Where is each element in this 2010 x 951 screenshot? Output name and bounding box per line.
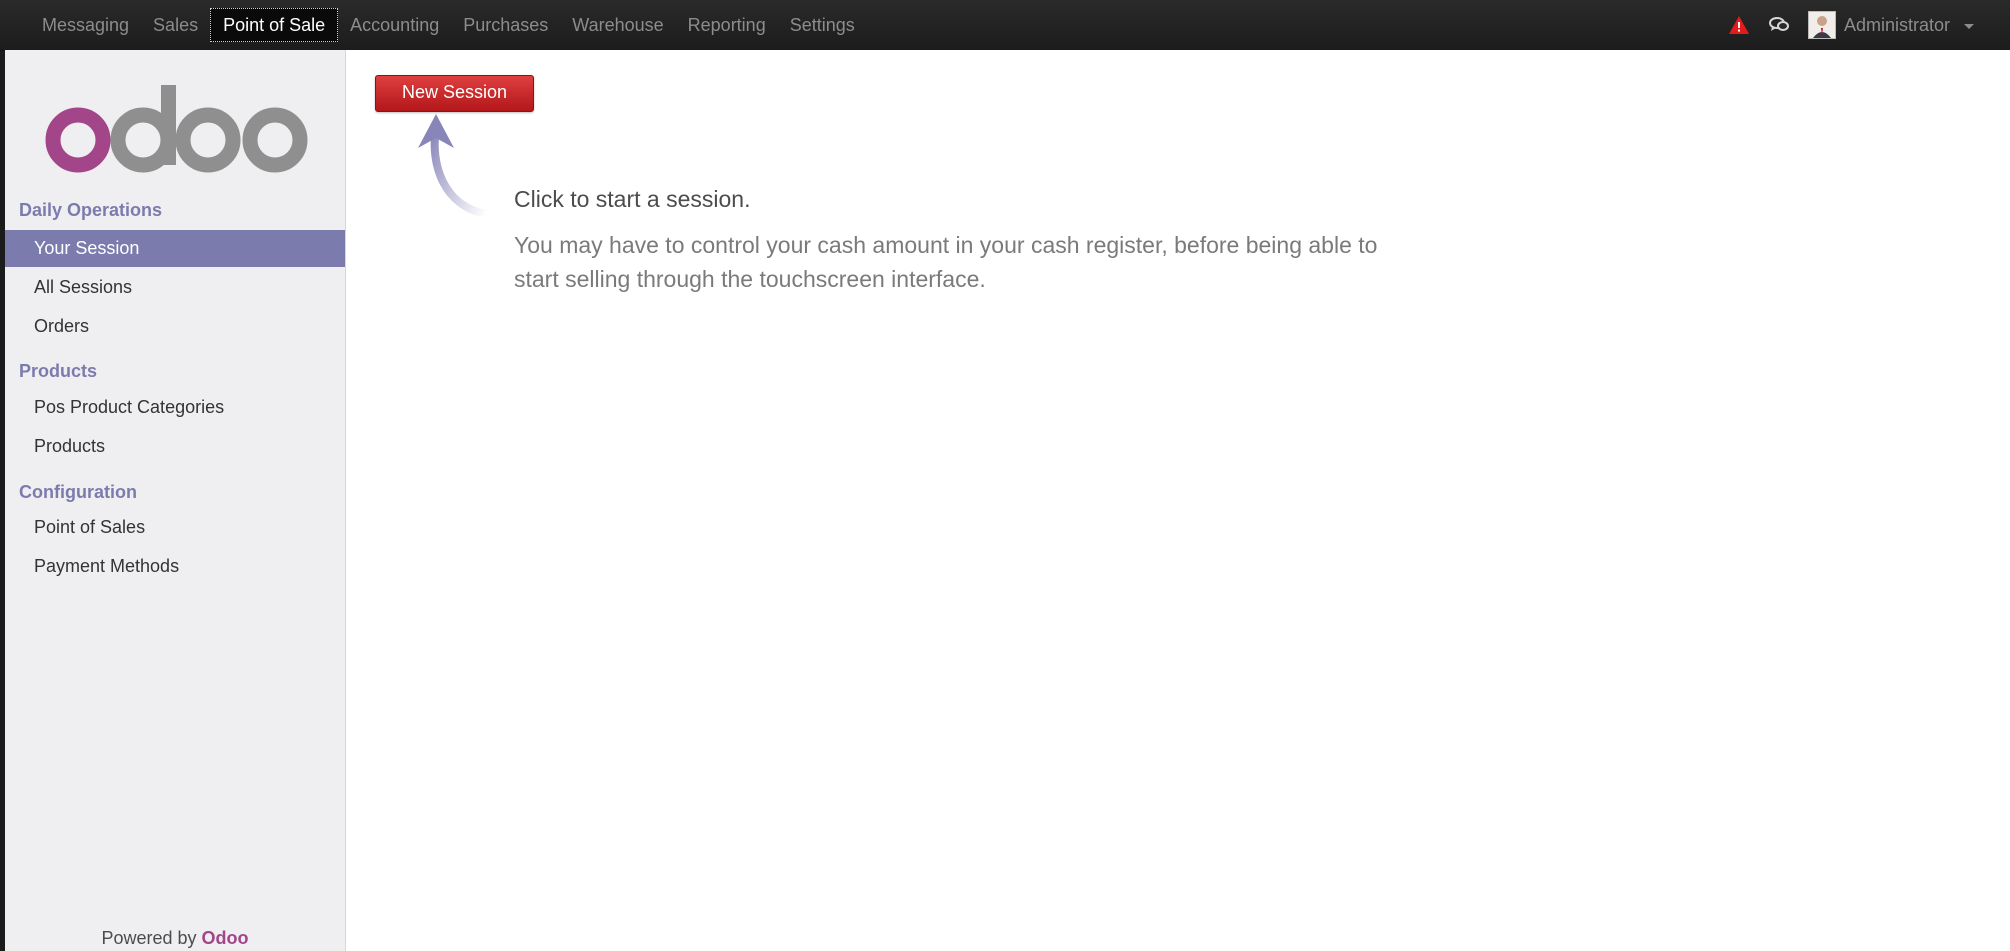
top-navbar: Messaging Sales Point of Sale Accounting… (0, 0, 2010, 51)
new-session-button[interactable]: New Session (375, 75, 534, 112)
powered-by-footer: Powered by Odoo (5, 928, 345, 949)
sidebar: Daily Operations Your Session All Sessio… (5, 50, 346, 951)
section-configuration: Configuration (19, 482, 137, 502)
sidebar-item-payment-methods[interactable]: Payment Methods (5, 548, 345, 585)
menu-accounting[interactable]: Accounting (338, 8, 451, 42)
warning-icon[interactable] (1728, 15, 1750, 35)
user-name: Administrator (1843, 14, 1950, 35)
section-daily-operations: Daily Operations (19, 200, 163, 220)
main-menu: Messaging Sales Point of Sale Accounting… (30, 8, 867, 42)
menu-sales[interactable]: Sales (141, 8, 210, 42)
menu-messaging[interactable]: Messaging (30, 8, 141, 42)
odoo-link[interactable]: Odoo (202, 928, 249, 948)
odoo-logo[interactable] (45, 80, 315, 180)
menu-settings[interactable]: Settings (778, 8, 867, 42)
sidebar-item-orders[interactable]: Orders (5, 308, 345, 345)
help-text: You may have to control your cash amount… (514, 232, 1378, 292)
sidebar-item-pos-product-categories[interactable]: Pos Product Categories (5, 389, 345, 426)
sidebar-item-your-session[interactable]: Your Session (5, 230, 345, 267)
chat-icon[interactable] (1768, 16, 1790, 34)
help-title: Click to start a session. (514, 186, 751, 212)
avatar (1807, 11, 1836, 39)
top-right-tools: Administrator (1728, 8, 1974, 42)
user-menu[interactable]: Administrator (1807, 11, 1974, 39)
chevron-down-icon (1964, 24, 1974, 29)
sidebar-item-products[interactable]: Products (5, 428, 345, 465)
menu-warehouse[interactable]: Warehouse (560, 8, 675, 42)
arrow-up-icon (418, 114, 490, 218)
section-products: Products (19, 361, 98, 381)
menu-point-of-sale[interactable]: Point of Sale (210, 8, 339, 42)
sidebar-item-point-of-sales[interactable]: Point of Sales (5, 509, 345, 546)
main-content: New Session Click to start a session. Yo… (346, 50, 2010, 951)
app-window: Messaging Sales Point of Sale Accounting… (0, 0, 2010, 951)
menu-purchases[interactable]: Purchases (451, 8, 560, 42)
menu-reporting[interactable]: Reporting (676, 8, 778, 42)
sidebar-item-all-sessions[interactable]: All Sessions (5, 269, 345, 306)
powered-by-label: Powered by (101, 928, 197, 948)
